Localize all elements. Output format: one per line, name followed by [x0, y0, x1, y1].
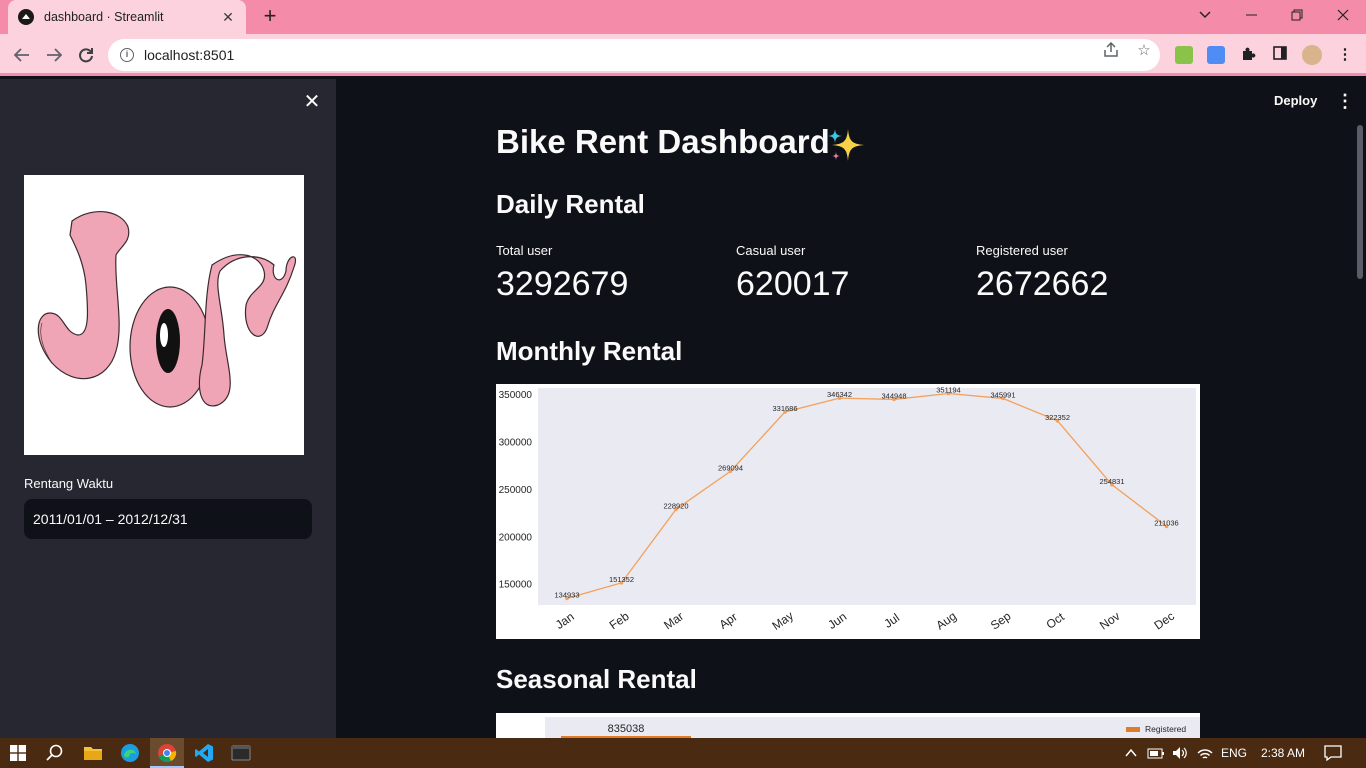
chart-data-label: 346342 — [827, 390, 852, 399]
chart-x-tick-label: Feb — [607, 609, 632, 633]
windows-taskbar: ENG 2:38 AM — [0, 738, 1366, 768]
monthly-rental-chart: 150000 200000 250000 300000 350000 Jan Feb Mar A… — [496, 384, 1200, 639]
chart-x-tick-label: Mar — [661, 609, 686, 632]
windows-start-icon[interactable] — [10, 745, 26, 761]
bookmark-star-icon[interactable]: ☆ — [1135, 42, 1153, 60]
chart-data-label: 331686 — [772, 404, 797, 413]
site-info-icon[interactable]: i — [120, 48, 134, 62]
monthly-rental-chart-svg: 150000 200000 250000 300000 350000 Jan Feb Mar A… — [499, 386, 1196, 633]
chart-data-label: 254831 — [1099, 477, 1124, 486]
seasonal-legend-swatch — [1126, 727, 1140, 732]
chart-data-label: 211036 — [1154, 518, 1178, 527]
tab-close-icon[interactable]: ✕ — [220, 9, 236, 26]
chart-y-tick-label: 350000 — [499, 390, 533, 401]
browser-menu-icon[interactable]: ⋮ — [1336, 46, 1354, 64]
tray-expand-icon[interactable] — [1124, 746, 1138, 760]
share-icon[interactable] — [1102, 41, 1120, 60]
terminal-icon[interactable] — [231, 743, 251, 763]
tab-title: dashboard · Streamlit — [44, 10, 164, 24]
metric-value-registered: 2672662 — [976, 265, 1109, 303]
url-text: localhost:8501 — [144, 47, 235, 63]
streamlit-favicon-icon — [18, 9, 34, 25]
chart-x-tick-label: Nov — [1097, 609, 1123, 633]
chart-x-tick-label: May — [769, 608, 796, 632]
metric-value-total: 3292679 — [496, 265, 629, 303]
seasonal-rental-header: Seasonal Rental — [496, 664, 697, 694]
side-panel-icon[interactable] — [1271, 46, 1289, 64]
chart-y-tick-label: 200000 — [499, 532, 533, 543]
battery-icon[interactable] — [1147, 745, 1165, 761]
new-tab-button[interactable]: + — [258, 5, 282, 29]
restore-button[interactable] — [1274, 0, 1320, 30]
chart-x-tick-label: Apr — [717, 610, 740, 632]
profile-avatar[interactable] — [1302, 45, 1322, 65]
edge-browser-icon[interactable] — [120, 743, 140, 763]
metric-label-casual: Casual user — [736, 243, 806, 258]
extension-translate-icon[interactable] — [1207, 46, 1225, 64]
volume-icon[interactable] — [1171, 745, 1189, 761]
clock[interactable]: 2:38 AM — [1261, 746, 1305, 760]
chart-x-tick-label: Oct — [1044, 609, 1068, 632]
extensions-puzzle-icon[interactable] — [1239, 46, 1257, 64]
chart-data-label: 351194 — [936, 386, 960, 395]
file-explorer-icon[interactable] — [83, 743, 103, 763]
back-button[interactable] — [9, 42, 35, 68]
chart-x-tick-label: Jul — [881, 611, 902, 631]
chart-data-label: 151352 — [609, 575, 634, 584]
scrollbar[interactable] — [1357, 125, 1363, 279]
deploy-button[interactable]: Deploy — [1274, 93, 1317, 108]
close-window-button[interactable] — [1320, 0, 1366, 30]
metric-label-total: Total user — [496, 243, 553, 258]
sidebar: ✕ Rentang Waktu 2011/01/01 – 2012/12/31 — [0, 79, 336, 738]
sparkles-icon — [828, 129, 864, 161]
wifi-icon[interactable] — [1196, 745, 1214, 761]
main-menu-icon[interactable]: ⋮ — [1336, 91, 1354, 111]
minimize-button[interactable] — [1228, 0, 1274, 30]
chart-y-tick-label: 150000 — [499, 580, 533, 591]
joy-logo-image — [24, 175, 304, 455]
chart-y-tick-label: 250000 — [499, 485, 533, 496]
page-title: Bike Rent Dashboard — [496, 123, 830, 160]
chrome-taskbar-button[interactable] — [150, 738, 184, 768]
chart-y-tick-label: 300000 — [499, 438, 533, 449]
reload-button[interactable] — [73, 42, 99, 68]
seasonal-legend-label: Registered — [1145, 724, 1186, 734]
chart-data-label: 269094 — [718, 463, 743, 472]
chart-plot-area — [538, 388, 1196, 605]
chart-data-label: 228920 — [663, 501, 688, 510]
main-content: Deploy ⋮ Bike Rent Dashboard Daily Renta… — [336, 79, 1366, 738]
language-indicator[interactable]: ENG — [1221, 746, 1247, 760]
search-icon[interactable] — [45, 743, 65, 763]
chart-data-label: 344948 — [881, 391, 906, 400]
close-sidebar-icon[interactable]: ✕ — [302, 92, 322, 112]
chart-x-tick-label: Jan — [553, 609, 577, 632]
daily-rental-header: Daily Rental — [496, 189, 645, 219]
chrome-icon — [158, 744, 177, 762]
chart-data-label: 134933 — [554, 590, 579, 599]
notifications-icon[interactable] — [1324, 744, 1342, 762]
chart-data-label: 322352 — [1045, 413, 1070, 422]
date-range-label: Rentang Waktu — [24, 476, 114, 491]
forward-button[interactable] — [41, 42, 67, 68]
monthly-rental-header: Monthly Rental — [496, 336, 683, 366]
date-range-input[interactable]: 2011/01/01 – 2012/12/31 — [24, 499, 312, 539]
address-bar[interactable]: i localhost:8501 — [108, 39, 1160, 71]
chart-x-tick-label: Jun — [825, 609, 849, 632]
chart-x-tick-label: Aug — [933, 609, 959, 633]
chart-x-tick-label: Sep — [988, 609, 1014, 633]
vscode-icon[interactable] — [194, 743, 214, 763]
metric-label-registered: Registered user — [976, 243, 1068, 258]
metric-value-casual: 620017 — [736, 265, 850, 303]
browser-tab-bar: dashboard · Streamlit ✕ + — [0, 0, 1366, 34]
browser-toolbar: i localhost:8501 ☆ ⋮ — [0, 34, 1366, 76]
tab-search-icon[interactable] — [1182, 0, 1228, 30]
seasonal-bar-value-label: 835038 — [608, 723, 645, 735]
browser-tab[interactable]: dashboard · Streamlit ✕ — [8, 0, 246, 34]
seasonal-rental-chart: 835038 Registered — [496, 713, 1200, 738]
chart-data-label: 345991 — [990, 390, 1015, 399]
chart-x-tick-label: Dec — [1151, 609, 1177, 633]
extension-plant-icon[interactable] — [1175, 46, 1193, 64]
